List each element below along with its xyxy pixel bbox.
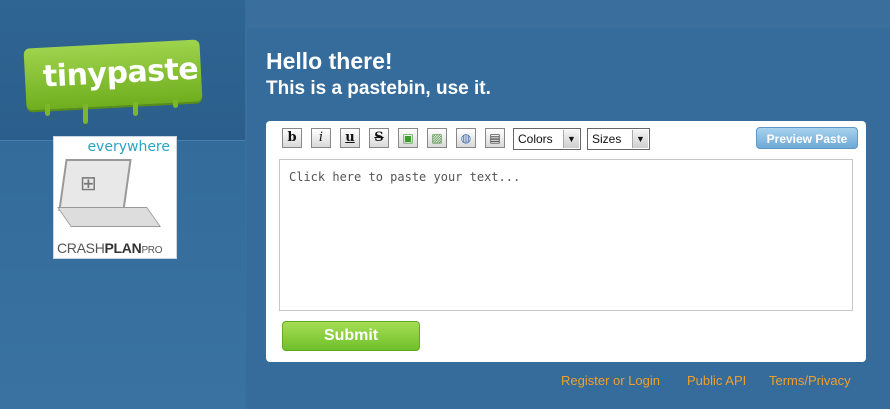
logo-drip: [83, 104, 88, 124]
italic-button[interactable]: i: [311, 128, 331, 148]
underline-button[interactable]: u: [340, 128, 360, 148]
bold-button[interactable]: b: [282, 128, 302, 148]
logo-drip: [45, 104, 50, 116]
laptop-base: [56, 207, 162, 227]
ad-brand-prefix: CRASH: [57, 240, 105, 256]
ad-brand-bold: PLAN: [104, 240, 142, 256]
register-login-link[interactable]: Register or Login: [561, 373, 660, 388]
globe-link-icon[interactable]: ◍: [456, 128, 476, 148]
logo-text: tinypaste: [42, 51, 200, 95]
logo-drip: [173, 100, 178, 108]
sizes-select-value: Sizes: [592, 132, 622, 146]
strikethrough-button[interactable]: S: [369, 128, 389, 148]
preview-paste-button[interactable]: Preview Paste: [756, 127, 858, 149]
chevron-down-icon: ▼: [563, 130, 579, 148]
submit-button[interactable]: Submit: [282, 321, 420, 351]
logo-drip: [133, 102, 138, 116]
paste-textarea[interactable]: Click here to paste your text...: [279, 159, 853, 311]
add-image-icon[interactable]: ▣: [398, 128, 418, 148]
windows-logo-icon: ⊞: [80, 173, 97, 195]
colors-select[interactable]: Colors ▼: [513, 128, 581, 150]
sizes-select[interactable]: Sizes ▼: [587, 128, 650, 150]
ad-brand: CRASHPLANPRO: [57, 240, 163, 256]
colors-select-value: Colors: [518, 132, 553, 146]
chevron-down-icon: ▼: [632, 130, 648, 148]
page-title: Hello there!: [266, 48, 393, 74]
ad-tagline: everywhere: [87, 139, 170, 155]
paste-panel: b i u S ▣ ▨ ◍ ▤ Colors ▼ Sizes ▼ Preview…: [266, 121, 866, 362]
public-api-link[interactable]: Public API: [687, 373, 746, 388]
film-icon[interactable]: ▤: [485, 128, 505, 148]
ad-brand-suffix: PRO: [141, 245, 163, 256]
terms-privacy-link[interactable]: Terms/Privacy: [769, 373, 851, 388]
image-icon[interactable]: ▨: [427, 128, 447, 148]
logo[interactable]: tinypaste: [23, 38, 205, 124]
crashplan-ad[interactable]: everywhere ⊞ CRASHPLANPRO: [53, 136, 177, 259]
page-subtitle: This is a pastebin, use it.: [266, 78, 491, 99]
